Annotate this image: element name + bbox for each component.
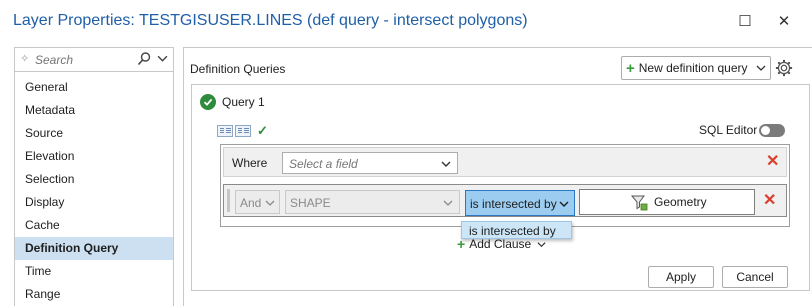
geometry-label: Geometry <box>654 195 707 209</box>
clause-row: Where Select a field ✕ <box>223 147 787 177</box>
field-select[interactable]: SHAPE <box>285 190 460 214</box>
query-header: Query 1 <box>200 94 265 110</box>
plus-icon: + <box>626 59 635 77</box>
chevron-down-icon <box>441 161 451 167</box>
sidebar-item-general[interactable]: General <box>15 76 173 99</box>
field-select-placeholder: Select a field <box>289 157 358 171</box>
geometry-filter-icon <box>630 195 648 211</box>
field-select[interactable]: Select a field <box>282 152 458 174</box>
operator-value: is intersected by <box>470 197 557 211</box>
geometry-button[interactable]: Geometry <box>579 189 755 215</box>
chevron-down-icon[interactable] <box>756 63 766 73</box>
sql-editor-label: SQL Editor <box>699 123 758 137</box>
sidebar-item-metadata[interactable]: Metadata <box>15 99 173 122</box>
sidebar-item-selection[interactable]: Selection <box>15 168 173 191</box>
section-title: Definition Queries <box>190 62 286 76</box>
valid-check-icon <box>200 94 216 110</box>
title-bar: Layer Properties: TESTGISUSER.LINES (def… <box>0 0 812 42</box>
operator-option[interactable]: is intersected by <box>469 224 556 238</box>
maximize-icon: ☐ <box>738 13 752 30</box>
clause-row: And SHAPE is intersected by Geometry ✕ <box>223 184 787 217</box>
sidebar-item-source[interactable]: Source <box>15 122 173 145</box>
query-tools: ✓ <box>217 123 268 139</box>
clause-mode-icon[interactable] <box>217 125 233 137</box>
window-title: Layer Properties: TESTGISUSER.LINES (def… <box>13 12 528 29</box>
connector-value: And <box>240 196 262 210</box>
clause-list: Where Select a field ✕ And SHAPE is inte… <box>220 144 790 227</box>
close-button[interactable]: ✕ <box>768 8 800 34</box>
sidebar-nav: General Metadata Source Elevation Select… <box>15 76 173 306</box>
verify-check-icon[interactable]: ✓ <box>257 123 268 139</box>
sidebar-item-cache[interactable]: Cache <box>15 214 173 237</box>
sidebar-item-display[interactable]: Display <box>15 191 173 214</box>
sidebar-search: ✧ <box>15 48 173 72</box>
maximize-button[interactable]: ☐ <box>729 8 761 34</box>
search-input[interactable] <box>35 51 135 68</box>
search-icon[interactable] <box>136 51 152 67</box>
query-name[interactable]: Query 1 <box>222 95 265 109</box>
query-card: Query 1 ✓ SQL Editor Where Select a fiel… <box>191 84 810 291</box>
field-value: SHAPE <box>290 196 331 210</box>
chevron-down-icon <box>443 200 453 206</box>
delete-clause-icon[interactable]: ✕ <box>766 154 779 170</box>
chevron-down-icon <box>265 200 275 206</box>
close-icon: ✕ <box>777 13 791 30</box>
sidebar-item-elevation[interactable]: Elevation <box>15 145 173 168</box>
sidebar-item-time[interactable]: Time <box>15 260 173 283</box>
chevron-down-icon <box>537 241 546 247</box>
chevron-down-icon[interactable] <box>157 53 168 64</box>
sidebar: ✧ General Metadata Source Elevation Sele… <box>14 47 174 306</box>
where-label: Where <box>232 156 268 170</box>
new-definition-query-button[interactable]: + New definition query <box>621 56 771 80</box>
sparkle-icon: ✧ <box>20 53 30 65</box>
operator-select[interactable]: is intersected by <box>465 190 575 216</box>
operator-dropdown-list: is intersected by <box>461 221 572 239</box>
sidebar-item-range[interactable]: Range <box>15 283 173 306</box>
sidebar-item-definition-query[interactable]: Definition Query <box>15 237 173 260</box>
new-definition-query-label: New definition query <box>638 61 748 75</box>
cancel-button[interactable]: Cancel <box>722 266 788 288</box>
sql-editor-toggle[interactable] <box>759 124 785 137</box>
gear-icon[interactable] <box>775 59 793 77</box>
connector-select[interactable]: And <box>235 190 280 214</box>
delete-clause-icon[interactable]: ✕ <box>763 193 776 209</box>
sql-mode-icon[interactable] <box>235 125 251 137</box>
chevron-down-icon <box>559 201 569 207</box>
add-clause-label: Add Clause <box>469 237 532 251</box>
definition-queries-panel: Definition Queries + New definition quer… <box>183 47 812 306</box>
apply-button[interactable]: Apply <box>648 266 714 288</box>
